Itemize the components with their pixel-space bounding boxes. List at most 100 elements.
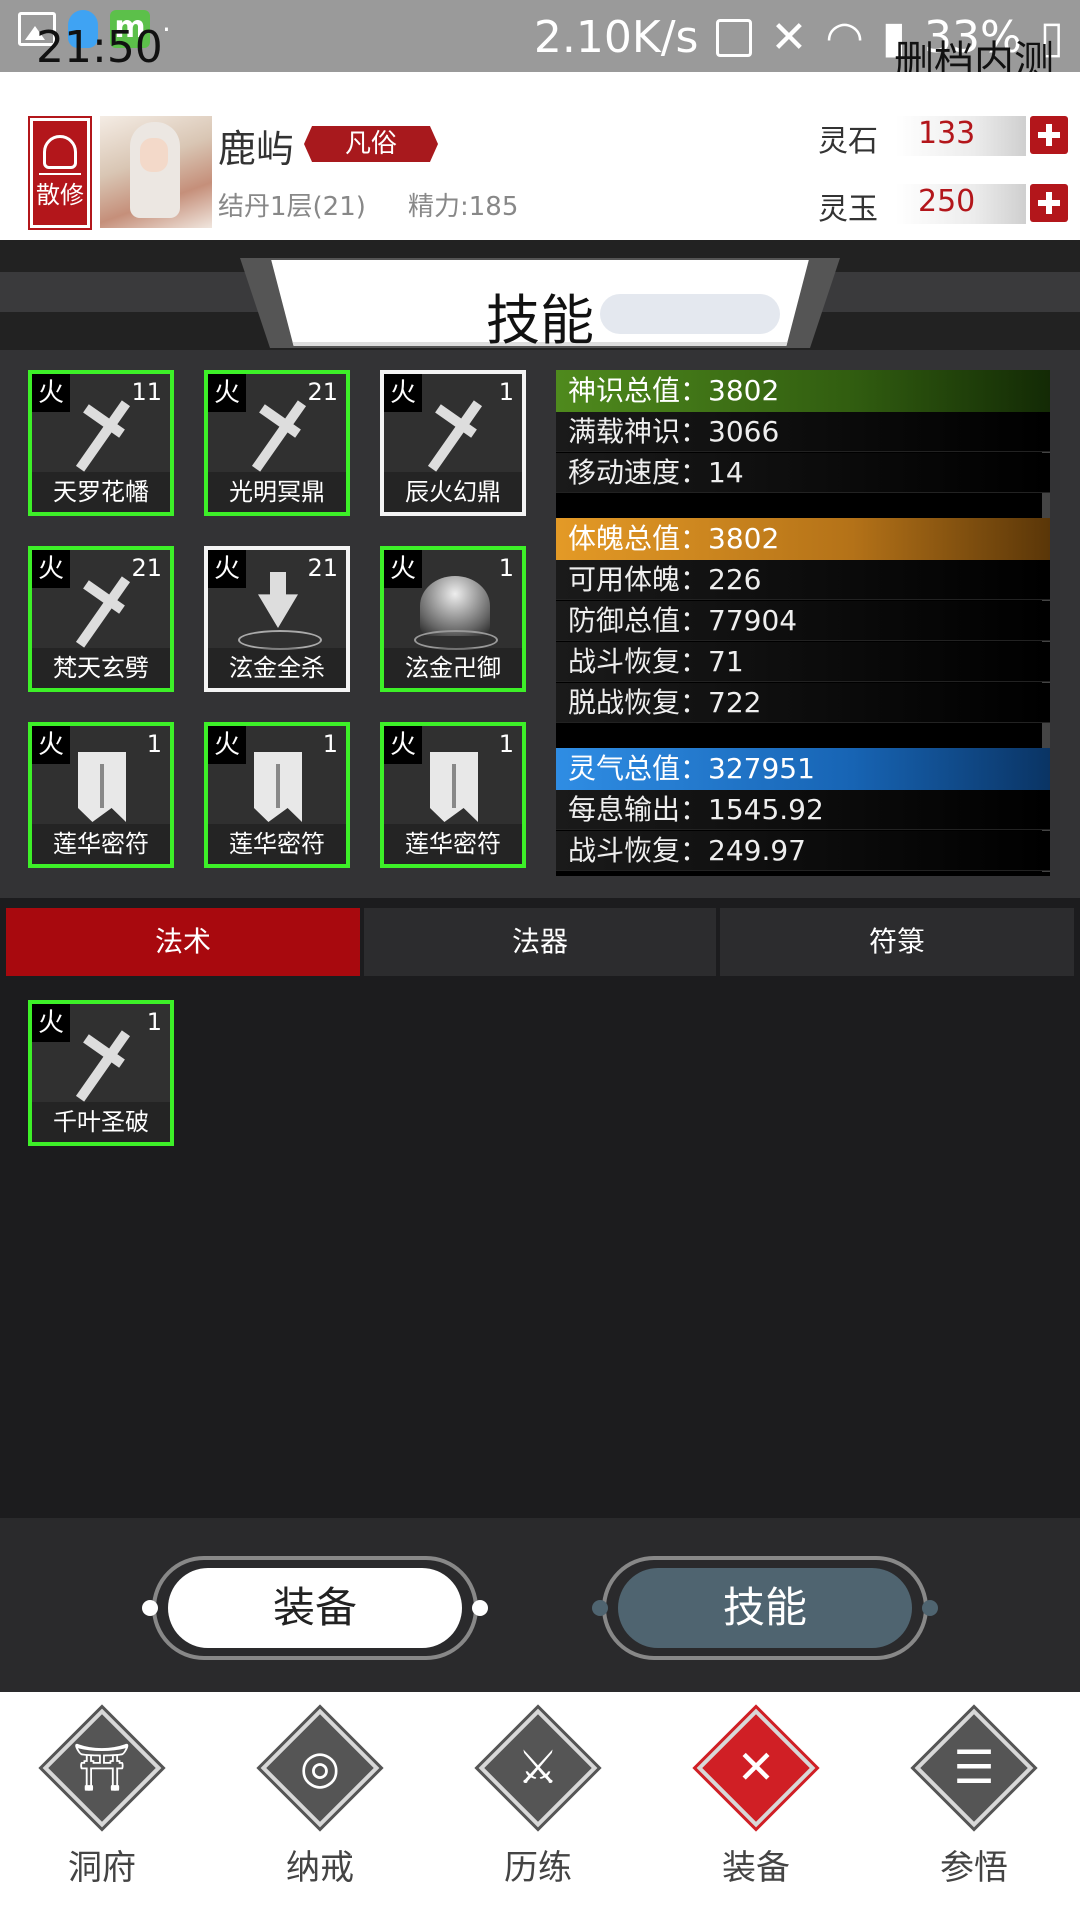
skills-toggle-button[interactable]: 技能 <box>618 1568 912 1648</box>
currency-spirit-stone: 灵石 133 <box>818 112 1068 159</box>
panel-title: 技能 <box>486 289 594 352</box>
ring-icon: ◎ <box>299 1740 341 1794</box>
sword-icon <box>414 396 494 472</box>
nav-label: 纳戒 <box>286 1848 354 1888</box>
toggle-dot <box>922 1600 938 1616</box>
stat-row: 满载神识：3066 <box>556 412 1050 452</box>
spike-icon <box>238 572 322 650</box>
tab-spells[interactable]: 法术 <box>6 908 360 976</box>
skill-level: 1 <box>498 730 514 758</box>
currency-label: 灵玉 <box>818 192 878 227</box>
skill-name: 辰火幻鼎 <box>384 472 522 512</box>
skill-card[interactable]: 火 1 泫金卍御 <box>380 546 526 692</box>
skill-card[interactable]: 火 1 千叶圣破 <box>28 1000 174 1146</box>
skill-name: 莲华密符 <box>32 824 170 864</box>
skill-card[interactable]: 火 1 莲华密符 <box>204 722 350 868</box>
close-icon: ✕ <box>736 1740 776 1794</box>
sect-badge[interactable]: 散修 <box>28 116 92 230</box>
skill-card[interactable]: 火 11 天罗花幡 <box>28 370 174 516</box>
skill-level: 1 <box>498 554 514 582</box>
bottom-nav: ⛩ 洞府 ◎ 纳戒 ⚔ 历练 ✕ 装备 ☰ 参悟 <box>0 1692 1080 1920</box>
nav-item[interactable]: ◎ 纳戒 <box>260 1708 380 1896</box>
skill-card[interactable]: 火 21 梵天玄劈 <box>28 546 174 692</box>
stat-row: 脱战恢复：722 <box>556 683 1050 723</box>
nav-item[interactable]: ⚔ 历练 <box>478 1708 598 1896</box>
talisman-icon <box>414 748 494 824</box>
crossed-swords-icon: ⚔ <box>517 1740 559 1794</box>
skill-card[interactable]: 火 1 莲华密符 <box>28 722 174 868</box>
stat-row: 防御总值：77904 <box>556 601 1050 641</box>
mute-icon: ✕ <box>770 12 808 63</box>
talisman-icon <box>238 748 318 824</box>
stat-row: 战斗恢复：249.97 <box>556 831 1050 871</box>
currency-value: 250 <box>918 184 976 219</box>
sword-icon <box>62 572 142 648</box>
sword-icon <box>62 396 142 472</box>
skill-card[interactable]: 火 1 辰火幻鼎 <box>380 370 526 516</box>
currency-label: 灵石 <box>818 124 878 159</box>
skill-name: 莲华密符 <box>208 824 346 864</box>
stat-group-header: 体魄总值：3802 <box>556 518 1050 560</box>
wifi-icon: ◠ <box>825 12 864 63</box>
stat-row: 每息输出：1545.92 <box>556 790 1050 830</box>
dot-icon: · <box>162 12 171 46</box>
nav-item[interactable]: ☰ 参悟 <box>914 1708 1034 1896</box>
plus-icon[interactable] <box>1030 184 1068 222</box>
toggle-dot <box>472 1600 488 1616</box>
tab-artifacts[interactable]: 法器 <box>364 908 716 976</box>
cultivation-level: 结丹1层(21) <box>218 192 366 222</box>
plus-icon[interactable] <box>1030 116 1068 154</box>
skill-name: 光明冥鼎 <box>208 472 346 512</box>
sword-icon <box>62 1026 142 1102</box>
skill-name: 千叶圣破 <box>32 1102 170 1142</box>
network-speed: 2.10K/s <box>533 12 699 63</box>
skill-name: 泫金卍御 <box>384 648 522 688</box>
equip-toggle-button[interactable]: 装备 <box>168 1568 462 1648</box>
avatar[interactable] <box>100 116 212 228</box>
currency-value: 133 <box>918 116 976 151</box>
skill-card[interactable]: 火 1 莲华密符 <box>380 722 526 868</box>
nav-label: 历练 <box>504 1848 572 1888</box>
sect-label: 散修 <box>36 181 84 209</box>
skill-name: 莲华密符 <box>384 824 522 864</box>
book-icon: ☰ <box>953 1740 995 1794</box>
stat-row: 可用体魄：226 <box>556 560 1050 600</box>
avatar-face <box>140 138 168 172</box>
toggle-dot <box>592 1600 608 1616</box>
sword-icon <box>238 396 318 472</box>
status-bar: m · 21:50 2.10K/s ✕ ◠ ▮ 33% ▯ 删档内测 <box>0 0 1080 84</box>
skill-level: 1 <box>322 730 338 758</box>
toggle-dot <box>142 1600 158 1616</box>
skill-tabs: 法术 法器 符箓 <box>0 898 1080 978</box>
nav-item[interactable]: ✕ 装备 <box>696 1708 816 1896</box>
stats-panel[interactable]: 神识总值：3802 满载神识：3066 移动速度：14 体魄总值：3802 可用体魄：2… <box>556 370 1050 876</box>
currency-spirit-jade: 灵玉 250 <box>818 180 1068 227</box>
realm-badge: 凡俗 <box>304 126 438 162</box>
nav-label: 洞府 <box>68 1848 136 1888</box>
badge-divider <box>39 173 81 175</box>
skill-name: 梵天玄劈 <box>32 648 170 688</box>
tab-talismans[interactable]: 符箓 <box>720 908 1074 976</box>
skill-card[interactable]: 火 21 泫金全杀 <box>204 546 350 692</box>
orb-icon <box>414 572 498 650</box>
stat-group-header: 灵气总值：327951 <box>556 748 1050 790</box>
panel-banner: 技能 <box>0 240 1080 352</box>
skill-level: 1 <box>146 730 162 758</box>
lotus-icon <box>43 135 77 169</box>
skill-level: 1 <box>146 1008 162 1036</box>
gate-icon: ⛩ <box>72 1740 132 1794</box>
stat-row: 移动速度：14 <box>556 453 1050 493</box>
nav-label: 装备 <box>722 1848 790 1888</box>
status-clock: 21:50 <box>36 22 163 73</box>
stat-row: 战斗恢复：71 <box>556 642 1050 682</box>
nav-label: 参悟 <box>940 1848 1008 1888</box>
skill-name: 泫金全杀 <box>208 648 346 688</box>
stat-group-header: 神识总值：3802 <box>556 370 1050 412</box>
talisman-icon <box>62 748 142 824</box>
skill-name: 天罗花幡 <box>32 472 170 512</box>
skill-card[interactable]: 火 21 光明冥鼎 <box>204 370 350 516</box>
player-name: 鹿屿 <box>218 127 295 171</box>
nav-item[interactable]: ⛩ 洞府 <box>42 1708 162 1896</box>
stamina-value: 精力:185 <box>408 192 519 222</box>
skill-level: 1 <box>498 378 514 406</box>
